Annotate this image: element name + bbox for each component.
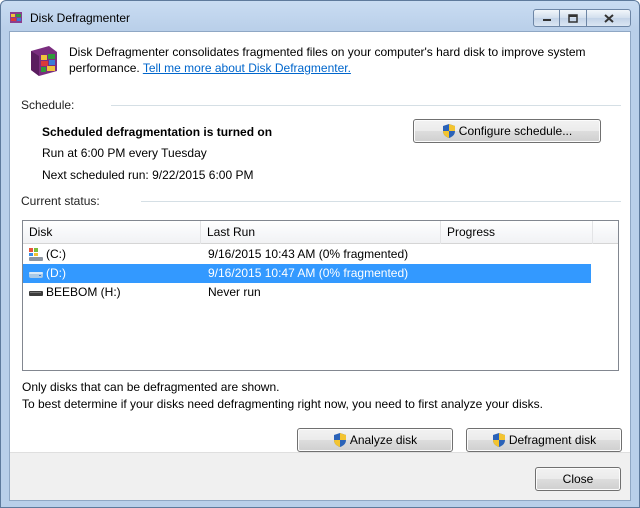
caption-buttons	[533, 9, 631, 28]
removable-drive-icon	[29, 291, 43, 296]
defragment-disk-button[interactable]: Defragment disk	[466, 428, 622, 452]
uac-shield-icon	[442, 124, 455, 138]
minimize-button[interactable]	[533, 9, 560, 27]
note-defragmentable-disks: Only disks that can be defragmented are …	[22, 380, 280, 394]
disk-row-h[interactable]: BEEBOM (H:) Never run	[23, 283, 591, 302]
schedule-status: Scheduled defragmentation is turned on	[42, 125, 273, 139]
schedule-next-run: Next scheduled run: 9/22/2015 6:00 PM	[42, 168, 254, 182]
disk-defragmenter-window: Disk Defragmenter Disk Defragmenter cons…	[0, 0, 640, 508]
configure-schedule-button[interactable]: Configure schedule...	[413, 119, 601, 143]
learn-more-link[interactable]: Tell me more about Disk Defragmenter.	[143, 61, 351, 75]
disk-name: (D:)	[46, 266, 66, 280]
dialog-footer: Close	[10, 452, 630, 500]
intro-text: Disk Defragmenter consolidates fragmente…	[69, 44, 614, 76]
window-title: Disk Defragmenter	[30, 11, 131, 25]
uac-shield-icon	[333, 433, 346, 447]
close-window-button[interactable]	[587, 9, 631, 27]
disk-last-run: Never run	[208, 285, 261, 299]
schedule-run-at: Run at 6:00 PM every Tuesday	[42, 146, 207, 160]
hard-drive-icon	[29, 272, 43, 278]
maximize-icon	[568, 13, 578, 23]
disk-defragmenter-icon	[10, 12, 22, 23]
disk-list[interactable]: Disk Last Run Progress (C:) 9/16/2015 10…	[22, 220, 619, 371]
configure-schedule-label: Configure schedule...	[458, 124, 573, 138]
disk-last-run: 9/16/2015 10:43 AM (0% fragmented)	[208, 247, 409, 261]
analyze-disk-button[interactable]: Analyze disk	[297, 428, 453, 452]
column-header-disk[interactable]: Disk	[23, 221, 201, 244]
disk-list-header: Disk Last Run Progress	[23, 221, 618, 244]
maximize-button[interactable]	[560, 9, 587, 27]
close-icon	[603, 13, 614, 23]
disk-row-c[interactable]: (C:) 9/16/2015 10:43 AM (0% fragmented)	[23, 245, 591, 264]
defragment-disk-label: Defragment disk	[508, 433, 597, 447]
system-drive-icon	[29, 248, 43, 261]
disk-name: (C:)	[46, 247, 66, 261]
disk-last-run: 9/16/2015 10:47 AM (0% fragmented)	[208, 266, 409, 280]
disk-defragmenter-large-icon	[31, 46, 57, 76]
disk-name: BEEBOM (H:)	[46, 285, 121, 299]
current-status-divider	[141, 201, 621, 202]
column-header-progress[interactable]: Progress	[441, 221, 593, 244]
analyze-disk-label: Analyze disk	[349, 433, 418, 447]
note-analyze-advice: To best determine if your disks need def…	[22, 397, 543, 411]
column-header-last-run[interactable]: Last Run	[201, 221, 441, 244]
current-status-group-label: Current status:	[21, 194, 100, 208]
close-button[interactable]: Close	[535, 467, 621, 491]
minimize-icon	[542, 19, 551, 21]
client-area: Disk Defragmenter consolidates fragmente…	[9, 31, 631, 501]
disk-row-d[interactable]: (D:) 9/16/2015 10:47 AM (0% fragmented)	[23, 264, 591, 283]
schedule-group-label: Schedule:	[21, 98, 75, 112]
close-button-label: Close	[562, 472, 594, 486]
uac-shield-icon	[492, 433, 505, 447]
title-bar[interactable]: Disk Defragmenter	[1, 1, 639, 31]
schedule-divider	[111, 105, 621, 106]
